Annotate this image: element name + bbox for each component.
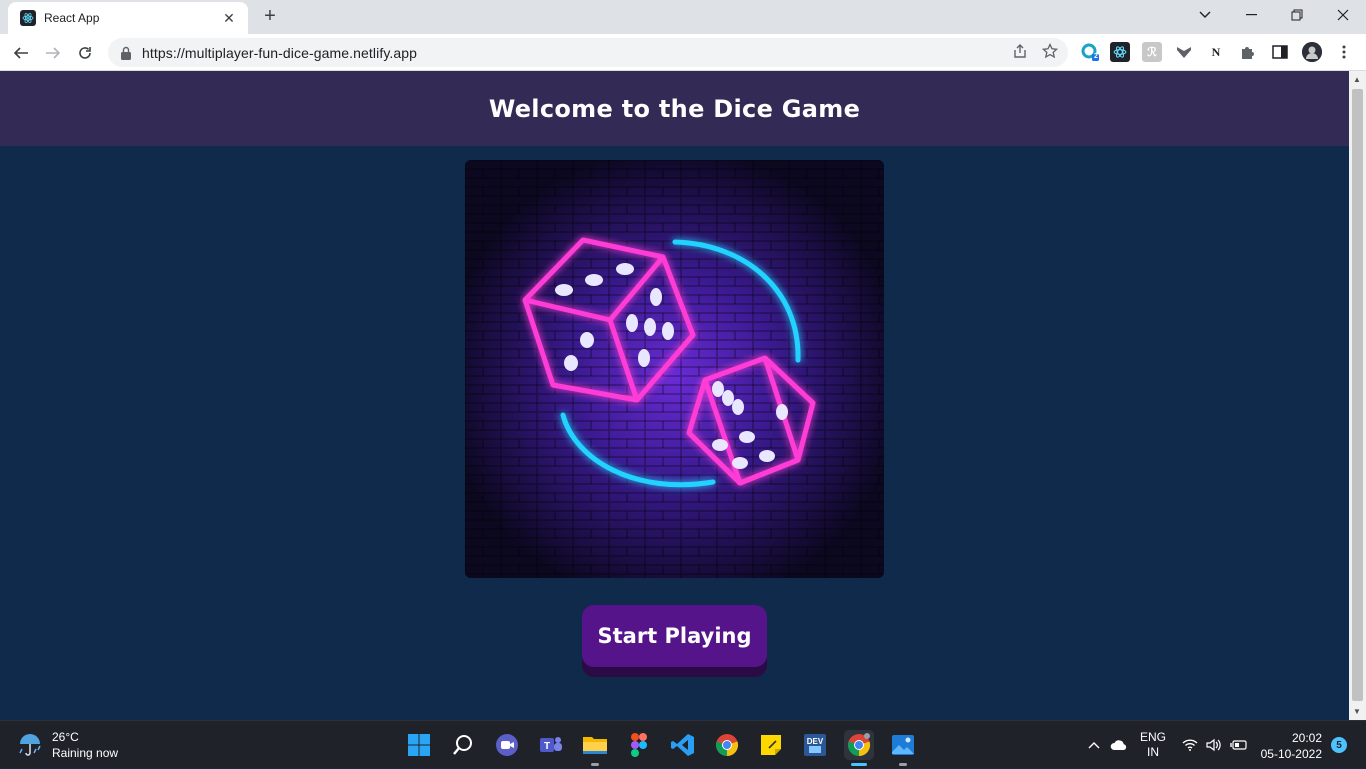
umbrella-rain-icon: [19, 734, 41, 756]
language-region: IN: [1147, 745, 1159, 759]
vscode-icon[interactable]: [668, 730, 698, 760]
tab-close-icon[interactable]: ✕: [220, 10, 238, 27]
url-text: https://multiplayer-fun-dice-game.netlif…: [142, 44, 418, 61]
start-playing-button[interactable]: Start Playing: [582, 605, 767, 677]
windows-start-icon[interactable]: [404, 730, 434, 760]
weather-temperature: 26°C: [52, 730, 79, 744]
browser-menu-icon[interactable]: [1334, 42, 1354, 62]
start-playing-label: Start Playing: [582, 605, 767, 667]
system-clock[interactable]: 20:02 05-10-2022: [1256, 730, 1322, 762]
weather-widget[interactable]: 26°C Raining now: [16, 729, 118, 761]
windows-taskbar: 26°C Raining now T DEV ENG IN 20:02 05-1…: [0, 720, 1366, 768]
tab-search-chevron-icon[interactable]: [1182, 0, 1228, 30]
restore-button[interactable]: [1274, 0, 1320, 30]
language-indicator[interactable]: ENG IN: [1140, 721, 1166, 769]
side-panel-icon[interactable]: [1270, 42, 1290, 62]
weather-description: Raining now: [52, 746, 119, 760]
extensions-puzzle-icon[interactable]: [1238, 42, 1258, 62]
browser-tab-strip: React App ✕ +: [0, 0, 1366, 34]
page-content: Welcome to the Dice Game Start Playing: [0, 71, 1349, 720]
grammar-extension-icon[interactable]: ℛ: [1142, 42, 1162, 62]
svg-text:DEV: DEV: [807, 737, 824, 746]
meet-now-icon[interactable]: [492, 730, 522, 760]
search-icon[interactable]: [448, 730, 478, 760]
browser-tab[interactable]: React App ✕: [8, 2, 248, 34]
notification-badge[interactable]: 5: [1331, 737, 1347, 753]
running-indicator: [899, 763, 907, 766]
tab-title: React App: [44, 11, 100, 25]
browser-toolbar: https://multiplayer-fun-dice-game.netlif…: [0, 34, 1366, 71]
extension-badge: 2: [1094, 53, 1098, 60]
file-explorer-icon[interactable]: [580, 730, 610, 766]
language-code: ENG: [1140, 730, 1167, 744]
forward-arrow-icon[interactable]: [40, 40, 66, 66]
clock-time: 20:02: [1291, 731, 1322, 745]
notion-extension-icon[interactable]: N: [1206, 42, 1226, 62]
figma-icon[interactable]: [624, 730, 654, 760]
scroll-up-icon[interactable]: ▲: [1353, 75, 1361, 84]
page-title: Welcome to the Dice Game: [488, 94, 861, 123]
page-header: Welcome to the Dice Game: [0, 71, 1349, 146]
volume-icon[interactable]: [1206, 721, 1222, 769]
wifi-icon[interactable]: [1182, 721, 1198, 769]
svg-text:T: T: [544, 741, 550, 752]
minimize-button[interactable]: [1228, 0, 1274, 30]
scrollbar-thumb[interactable]: [1352, 89, 1363, 701]
new-tab-button[interactable]: +: [258, 5, 282, 29]
bookmark-star-icon[interactable]: [1041, 42, 1059, 64]
teams-icon[interactable]: T: [536, 730, 566, 760]
sticky-notes-icon[interactable]: [756, 730, 786, 760]
close-window-button[interactable]: [1320, 0, 1366, 30]
scroll-down-icon[interactable]: ▼: [1353, 707, 1361, 716]
shield-extension-icon[interactable]: [1174, 42, 1194, 62]
show-hidden-icons-chevron-icon[interactable]: [1088, 721, 1100, 769]
react-devtools-icon[interactable]: [1110, 42, 1130, 62]
share-icon[interactable]: [1012, 43, 1028, 64]
battery-icon[interactable]: [1230, 721, 1248, 769]
clock-date: 05-10-2022: [1260, 747, 1322, 761]
extension-checker-icon[interactable]: 2: [1080, 42, 1100, 62]
onedrive-cloud-icon[interactable]: [1110, 721, 1128, 769]
address-bar[interactable]: https://multiplayer-fun-dice-game.netlif…: [108, 38, 1068, 67]
chrome-canary-icon[interactable]: [844, 730, 874, 766]
chrome-icon[interactable]: [712, 730, 742, 760]
photos-icon[interactable]: [888, 730, 918, 766]
react-favicon-icon: [20, 10, 36, 26]
devtoys-icon[interactable]: DEV: [800, 730, 830, 760]
back-arrow-icon[interactable]: [8, 40, 34, 66]
active-indicator: [851, 763, 867, 766]
profile-avatar[interactable]: [1302, 42, 1322, 62]
lock-icon: [121, 46, 131, 60]
page-scrollbar[interactable]: ▲ ▼: [1349, 71, 1366, 720]
neon-dice-image: [465, 160, 884, 578]
running-indicator: [591, 763, 599, 766]
reload-icon[interactable]: [72, 40, 98, 66]
